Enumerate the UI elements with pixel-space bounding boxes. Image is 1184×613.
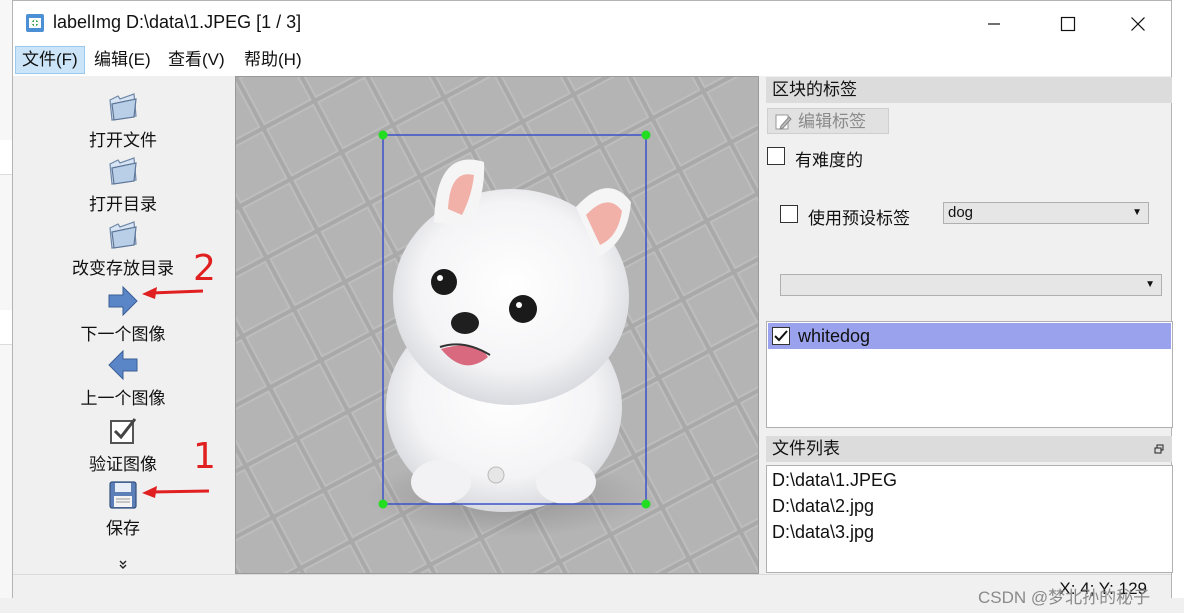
menu-help[interactable]: 帮助(H) (238, 46, 308, 74)
checkbox-checked-icon (110, 418, 137, 444)
label-list-item[interactable]: whitedog (768, 323, 1171, 349)
folder-open-icon (109, 221, 137, 249)
left-toolbar: 打开文件 打开目录 改变存放目录 下一个图像 上一个图像 验证图像 保存 2 1 (13, 76, 233, 574)
minimize-icon (988, 22, 1000, 25)
edit-label-text: 编辑标签 (798, 112, 866, 131)
difficult-checkbox[interactable] (767, 147, 785, 165)
pencil-edit-icon (775, 114, 792, 130)
file-list-item[interactable]: D:\data\1.JPEG (772, 470, 897, 491)
save-label: 保存 (106, 519, 140, 538)
labelimg-app-icon (26, 14, 44, 32)
label-item-checkbox[interactable] (772, 327, 790, 345)
close-icon (1131, 16, 1145, 31)
use-default-label-text: 使用预设标签 (808, 209, 910, 228)
file-list-title-text: 文件列表 (772, 439, 840, 458)
arrow-right-icon (108, 285, 138, 317)
dock-float-icon[interactable] (1154, 444, 1164, 454)
minimize-button[interactable] (971, 1, 1017, 46)
floppy-disk-icon (109, 481, 137, 509)
folder-open-icon (109, 157, 137, 185)
file-list-item[interactable]: D:\data\2.jpg (772, 496, 874, 517)
csdn-watermark: CSDN @梦北孙的秘子 (978, 588, 1151, 607)
open-dir-label: 打开目录 (89, 195, 157, 214)
red-arrow-icon (142, 287, 204, 299)
menu-file[interactable]: 文件(F) (15, 46, 85, 74)
background-window-strip (0, 0, 12, 613)
window-title: labelImg D:\data\1.JPEG [1 / 3] (53, 12, 302, 32)
file-list-dock-title: 文件列表 (766, 436, 1172, 462)
menu-edit[interactable]: 编辑(E) (88, 46, 157, 74)
toolbar-more-button[interactable] (116, 558, 130, 572)
default-label-combo[interactable]: dog ▼ (943, 202, 1149, 224)
difficult-label: 有难度的 (795, 151, 863, 170)
label-list: whitedog (766, 321, 1173, 428)
next-image-label: 下一个图像 (80, 325, 166, 344)
right-dock: 区块的标签 编辑标签 有难度的 使用预设标签 dog ▼ ▼ whitedog … (764, 76, 1173, 574)
red-arrow-icon (142, 486, 210, 498)
folder-open-icon (109, 93, 137, 121)
labelimg-window: labelImg D:\data\1.JPEG [1 / 3] 文件(F) 编辑… (12, 0, 1173, 600)
use-default-label-checkbox[interactable] (780, 205, 798, 223)
menu-view[interactable]: 查看(V) (162, 46, 231, 74)
label-filter-combo[interactable]: ▼ (780, 274, 1162, 296)
maximize-button[interactable] (1045, 1, 1091, 46)
open-dir-button[interactable]: 打开目录 (13, 154, 233, 214)
close-button[interactable] (1115, 1, 1161, 46)
image-canvas[interactable] (235, 76, 759, 574)
prev-image-label: 上一个图像 (80, 389, 166, 408)
file-list-item[interactable]: D:\data\3.jpg (772, 522, 874, 543)
annotation-number-1: 1 (193, 436, 216, 477)
file-list: D:\data\1.JPEG D:\data\2.jpg D:\data\3.j… (766, 465, 1173, 573)
dropdown-arrow-icon: ▼ (1132, 207, 1142, 218)
white-pomeranian-dog-photo (236, 77, 758, 573)
box-labels-dock-title: 区块的标签 (766, 77, 1172, 103)
label-item-text: whitedog (798, 326, 871, 346)
menu-bar: 文件(F) 编辑(E) 查看(V) 帮助(H) (13, 46, 1171, 76)
open-file-button[interactable]: 打开文件 (13, 90, 233, 150)
dropdown-arrow-icon: ▼ (1145, 279, 1155, 290)
annotation-number-2: 2 (193, 248, 216, 289)
arrow-left-icon (108, 349, 138, 381)
chevron-double-down-icon (119, 560, 127, 569)
default-label-value: dog (948, 204, 974, 221)
maximize-icon (1060, 16, 1076, 31)
checkmark-icon (774, 330, 788, 342)
prev-image-button[interactable]: 上一个图像 (13, 348, 233, 408)
open-file-label: 打开文件 (89, 131, 157, 150)
title-bar: labelImg D:\data\1.JPEG [1 / 3] (13, 1, 1171, 46)
edit-label-button[interactable]: 编辑标签 (767, 108, 889, 134)
